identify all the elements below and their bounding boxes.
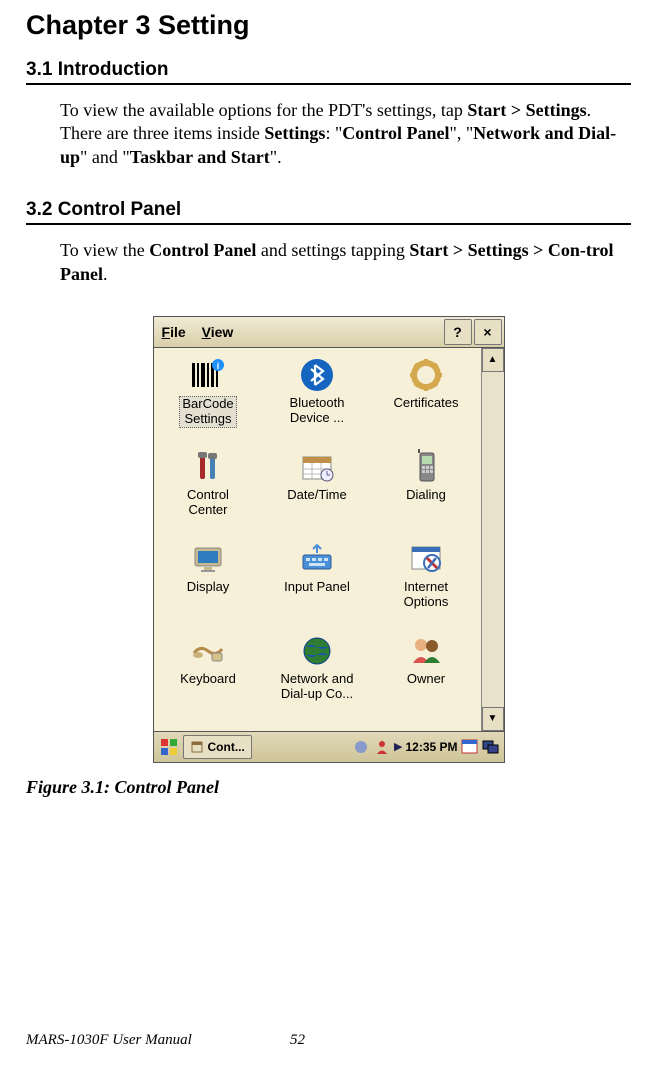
- keyboard2-icon: [189, 632, 227, 670]
- tray-arrow-icon: ▶: [394, 740, 402, 753]
- taskbar-task[interactable]: Cont...: [183, 735, 252, 759]
- cp-item-label: Display: [187, 580, 230, 595]
- control-panel-grid: i BarCodeSettings BluetoothDevice ... Certi…: [154, 348, 481, 731]
- owner-icon: [407, 632, 445, 670]
- calendar-icon: [298, 448, 336, 486]
- cp-item-keyboard2[interactable]: Keyboard: [154, 630, 263, 722]
- cp-item-label: Network andDial-up Co...: [281, 672, 354, 702]
- taskbar-clock[interactable]: 12:35 PM: [405, 740, 457, 754]
- scrollbar[interactable]: ▲ ▼: [481, 348, 504, 731]
- footer-page-number: 52: [290, 1032, 305, 1049]
- cp-item-keyboard[interactable]: Input Panel: [263, 538, 372, 630]
- taskbar: Cont... ▶ 12:35 PM: [153, 732, 505, 763]
- section-heading-3-1: 3.1 Introduction: [26, 59, 631, 85]
- cp-item-label: Keyboard: [180, 672, 236, 687]
- help-button[interactable]: ?: [444, 319, 472, 345]
- cp-item-label: Date/Time: [287, 488, 346, 503]
- chapter-title: Chapter 3 Setting: [26, 10, 631, 41]
- barcode-icon: i: [189, 356, 227, 394]
- menu-view[interactable]: View: [194, 324, 242, 340]
- window-titlebar: File View ? ×: [153, 316, 505, 348]
- scroll-track[interactable]: [482, 372, 504, 707]
- scroll-up-button[interactable]: ▲: [482, 348, 504, 372]
- svg-text:i: i: [217, 361, 220, 371]
- cp-item-owner[interactable]: Owner: [372, 630, 481, 722]
- cp-item-label: ControlCenter: [187, 488, 229, 518]
- cp-item-label: Input Panel: [284, 580, 350, 595]
- bluetooth-icon: [298, 356, 336, 394]
- figure-caption: Figure 3.1: Control Panel: [26, 777, 631, 798]
- cp-item-label: BarCodeSettings: [179, 396, 236, 428]
- phone-icon: [407, 448, 445, 486]
- cp-item-network[interactable]: Network andDial-up Co...: [263, 630, 372, 722]
- cp-item-display[interactable]: Display: [154, 538, 263, 630]
- scroll-down-button[interactable]: ▼: [482, 707, 504, 731]
- close-button[interactable]: ×: [474, 319, 502, 345]
- tray-desktop-icon[interactable]: [482, 738, 500, 756]
- cp-item-label: BluetoothDevice ...: [290, 396, 345, 426]
- cp-item-label: Dialing: [406, 488, 446, 503]
- cp-item-calendar[interactable]: Date/Time: [263, 446, 372, 538]
- cp-item-label: Certificates: [393, 396, 458, 411]
- cp-item-phone[interactable]: Dialing: [372, 446, 481, 538]
- cp-item-label: Owner: [407, 672, 445, 687]
- section-body-3-1: To view the available options for the PD…: [60, 99, 631, 169]
- tray-connect-icon[interactable]: [352, 738, 370, 756]
- gear-icon: [407, 356, 445, 394]
- cp-item-label: InternetOptions: [404, 580, 449, 610]
- cp-item-bluetooth[interactable]: BluetoothDevice ...: [263, 354, 372, 446]
- tray-calendar-icon[interactable]: [461, 738, 479, 756]
- control-panel-screenshot: File View ? × i BarCodeSettings BluetoothD…: [153, 316, 505, 763]
- keyboard-icon: [298, 540, 336, 578]
- cp-item-gear[interactable]: Certificates: [372, 354, 481, 446]
- section-body-3-2: To view the Control Panel and settings t…: [60, 239, 631, 286]
- display-icon: [189, 540, 227, 578]
- tools-icon: [189, 448, 227, 486]
- cp-item-barcode[interactable]: i BarCodeSettings: [154, 354, 263, 446]
- menu-file[interactable]: File: [154, 324, 194, 340]
- network-icon: [298, 632, 336, 670]
- start-button-icon[interactable]: [158, 736, 180, 758]
- tray-person-icon[interactable]: [373, 738, 391, 756]
- cp-item-internet[interactable]: InternetOptions: [372, 538, 481, 630]
- section-heading-3-2: 3.2 Control Panel: [26, 199, 631, 225]
- cp-item-tools[interactable]: ControlCenter: [154, 446, 263, 538]
- internet-icon: [407, 540, 445, 578]
- footer-label: MARS-1030F User Manual: [26, 1032, 192, 1049]
